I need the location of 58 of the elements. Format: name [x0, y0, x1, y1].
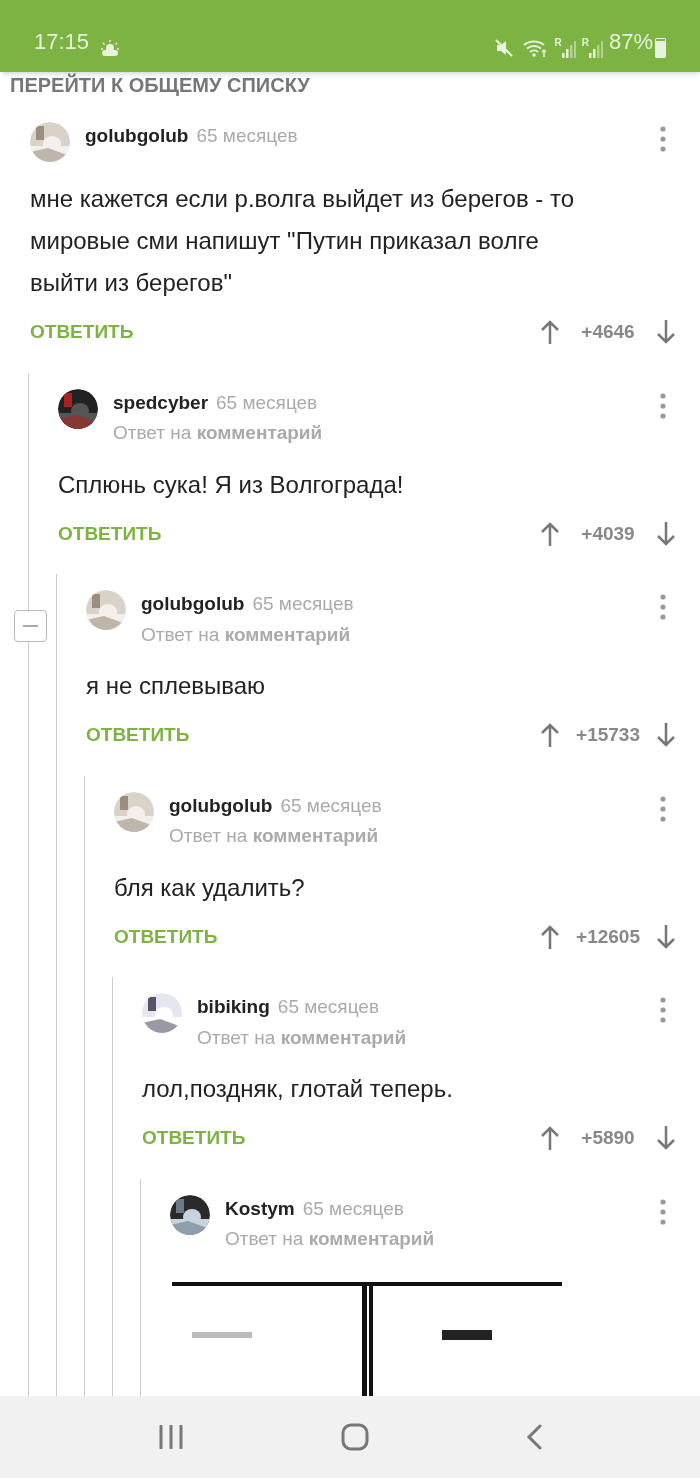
reply-to-text: Ответ на комментарий [225, 1227, 436, 1251]
more-options-icon[interactable] [660, 1198, 666, 1225]
back-to-list-link[interactable]: ПЕРЕЙТИ К ОБЩЕМУ СПИСКУ [0, 74, 700, 96]
comment-age: 65 месяцев [302, 1196, 404, 1221]
back-icon[interactable] [525, 1424, 542, 1450]
downvote-icon[interactable] [656, 1125, 676, 1152]
username[interactable]: golubgolub [169, 791, 273, 820]
more-options-icon[interactable] [660, 795, 666, 822]
vote-score: +4039 [580, 521, 636, 546]
reply-to-text: Ответ на комментарий [197, 1025, 408, 1050]
home-icon[interactable] [341, 1423, 369, 1451]
reply-to-text: Ответ на комментарий [169, 824, 380, 848]
more-options-icon[interactable] [660, 392, 666, 419]
clock: 17:15 [34, 28, 90, 56]
username[interactable]: Kostym [225, 1194, 295, 1223]
downvote-icon[interactable] [656, 722, 676, 749]
downvote-icon[interactable] [656, 319, 676, 346]
vote-score: +15733 [575, 723, 641, 747]
username[interactable]: spedcyber [113, 388, 209, 417]
reply-to-text: Ответ на комментарий [113, 421, 324, 445]
vote-score: +12605 [575, 924, 641, 949]
comment-text: мне кажется если р.волга выйдет из берегов - то мировые сми напишут "Путин приказал волге выйти из берегов" [30, 184, 576, 298]
signal-icon [561, 40, 576, 58]
downvote-icon[interactable] [656, 520, 676, 547]
reply-to-text: Ответ на комментарий [141, 622, 352, 647]
comment-age: 65 месяцев [280, 793, 382, 818]
username[interactable]: golubgolub [141, 590, 245, 619]
comment-text: Сплюнь сука! Я из Волгограда! [58, 469, 405, 500]
upvote-icon[interactable] [540, 722, 560, 749]
recent-apps-icon[interactable] [158, 1425, 185, 1449]
comment-age: 65 месяцев [216, 390, 318, 415]
comment-age: 65 месяцев [196, 124, 298, 148]
comment-age: 65 месяцев [252, 592, 354, 616]
comment-text: бля как удалить? [114, 872, 306, 903]
username[interactable]: bibiking [197, 993, 270, 1022]
upvote-icon[interactable] [540, 520, 560, 547]
more-options-icon[interactable] [660, 997, 666, 1023]
upvote-icon[interactable] [540, 923, 560, 950]
more-options-icon[interactable] [660, 594, 666, 620]
roaming-indicator: R [554, 38, 562, 48]
username[interactable]: golubgolub [85, 122, 189, 151]
comment-age: 65 месяцев [277, 995, 379, 1019]
vote-score: +4646 [580, 320, 636, 344]
comment-text: лол,поздняк, глотай теперь. [142, 1074, 454, 1104]
upvote-icon[interactable] [540, 319, 560, 346]
comment-text: я не сплевываю [86, 671, 267, 701]
wifi-icon [522, 38, 549, 58]
downvote-icon[interactable] [656, 923, 676, 950]
collapse-button[interactable] [14, 610, 47, 642]
weather-icon [99, 40, 122, 58]
roaming-indicator: R [581, 38, 589, 48]
battery-icon [655, 38, 666, 58]
mute-icon [494, 38, 515, 58]
more-options-icon[interactable] [660, 126, 666, 152]
signal-icon [588, 40, 603, 58]
battery-percentage: 87% [608, 28, 653, 56]
vote-score: +5890 [580, 1126, 636, 1150]
upvote-icon[interactable] [540, 1125, 560, 1152]
